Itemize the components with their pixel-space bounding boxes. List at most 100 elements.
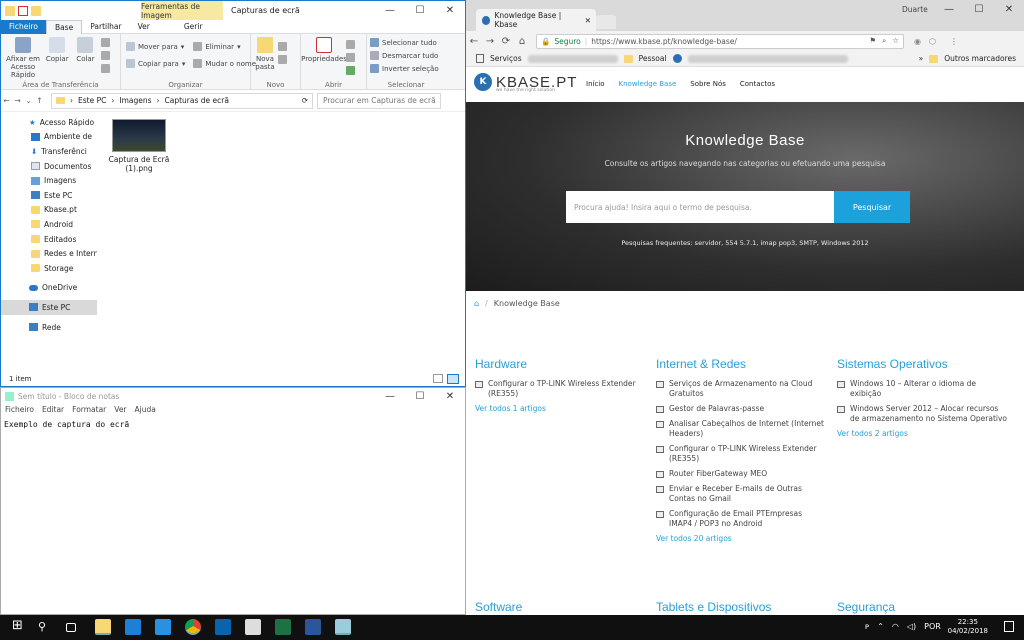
category-title[interactable]: Internet & Redes [656, 357, 826, 371]
tab-view[interactable]: Ver [130, 20, 158, 34]
ie-icon[interactable] [155, 619, 171, 635]
language-indicator[interactable]: POR [924, 622, 941, 631]
notepad-text-area[interactable]: Exemplo de captura do ecrã [1, 418, 465, 431]
notepad-icon[interactable] [335, 619, 351, 635]
file-explorer-icon[interactable] [95, 619, 111, 635]
bookmark-personal[interactable]: Pessoal [639, 54, 667, 63]
translate-icon[interactable]: ⚑ [869, 36, 876, 46]
extension-shield-icon[interactable]: ⬡ [929, 37, 936, 46]
copy-button[interactable]: Copiar [44, 36, 70, 63]
tab-file[interactable]: Ficheiro [1, 19, 46, 34]
home-icon[interactable]: ⌂ [474, 299, 479, 308]
article-link[interactable]: Gestor de Palavras-passe [656, 404, 826, 414]
maximize-button[interactable]: ☐ [964, 0, 994, 18]
more-bookmarks-icon[interactable]: » [919, 54, 924, 63]
nav-edited[interactable]: Editados [1, 232, 97, 247]
open-icon[interactable] [346, 40, 356, 49]
menu-view[interactable]: Ver [114, 405, 126, 418]
article-link[interactable]: Windows Server 2012 – Alocar recursos de… [837, 404, 1009, 424]
details-view-icon[interactable] [433, 374, 443, 383]
forward-icon[interactable]: → [12, 96, 23, 105]
article-link[interactable]: Configurar o TP-LINK Wireless Extender (… [475, 379, 645, 399]
back-icon[interactable]: ← [466, 36, 482, 47]
nav-desktop[interactable]: Ambiente de [1, 130, 97, 145]
wifi-icon[interactable]: ◠ [892, 622, 899, 631]
edge-icon[interactable] [125, 619, 141, 635]
kb-search-button[interactable]: Pesquisar [834, 191, 910, 223]
nav-home[interactable]: Início [586, 80, 605, 88]
nav-storage[interactable]: Storage [1, 261, 97, 276]
article-link[interactable]: Configuração de Email PTEmpresas IMAP4 /… [656, 509, 826, 529]
article-link[interactable]: Serviços de Armazenamento na Cloud Gratu… [656, 379, 826, 399]
close-button[interactable]: ✕ [435, 388, 465, 405]
nav-documents[interactable]: Documentos [1, 159, 97, 174]
select-all-button[interactable]: Selecionar tudo [370, 36, 442, 49]
zoom-icon[interactable]: ⌕ [882, 36, 886, 46]
bookmark-other[interactable]: Outros marcadores [944, 54, 1016, 63]
home-icon[interactable]: ⌂ [514, 36, 530, 47]
nav-knowledge-base[interactable]: Knowledge Base [619, 80, 677, 88]
nav-contacts[interactable]: Contactos [740, 80, 775, 88]
select-none-button[interactable]: Desmarcar tudo [370, 49, 442, 62]
tab-home[interactable]: Base [45, 19, 83, 34]
nav-kbase[interactable]: Kbase.pt [1, 203, 97, 218]
paste-button[interactable]: Colar [72, 36, 98, 63]
nav-this-pc-pinned[interactable]: Este PC [1, 188, 97, 203]
chrome-icon[interactable] [185, 619, 201, 635]
recent-dropdown-icon[interactable]: ⌄ [23, 96, 34, 105]
large-icons-view-icon[interactable] [447, 374, 459, 384]
menu-help[interactable]: Ajuda [135, 405, 156, 418]
delete-button[interactable]: Eliminar ▾ [193, 40, 256, 53]
bookmark-services[interactable]: Serviços [490, 54, 522, 63]
chevron-up-icon[interactable]: ⌃ [877, 622, 884, 631]
rename-button[interactable]: Mudar o nome [193, 57, 256, 70]
copy-to-button[interactable]: Copiar para ▾ [126, 57, 185, 70]
properties-button[interactable]: Propriedades [301, 36, 347, 63]
see-all-link[interactable]: Ver todos 1 artigos [475, 404, 645, 413]
task-view-icon[interactable] [66, 623, 76, 632]
edit-icon[interactable] [346, 53, 356, 62]
store-icon[interactable] [245, 619, 261, 635]
easy-access-icon[interactable] [278, 55, 288, 64]
up-icon[interactable]: ↑ [34, 96, 45, 105]
category-security[interactable]: Segurança [837, 600, 895, 614]
maximize-button[interactable]: ☐ [405, 1, 435, 20]
file-name[interactable]: Captura de Ecrã (1).png [106, 155, 172, 173]
start-windows-icon[interactable]: ⊞ [12, 618, 28, 634]
outlook-icon[interactable] [215, 619, 231, 635]
history-icon[interactable] [346, 66, 356, 75]
breadcrumb-this-pc[interactable]: Este PC [78, 96, 106, 105]
file-thumbnail[interactable] [112, 119, 166, 152]
minimize-button[interactable]: — [934, 0, 964, 18]
category-tablets[interactable]: Tablets e Dispositivos [656, 600, 771, 614]
minimize-button[interactable]: — [375, 388, 405, 405]
see-all-link[interactable]: Ver todos 20 artigos [656, 534, 826, 543]
article-link[interactable]: Enviar e Receber E-mails de Outras Conta… [656, 484, 826, 504]
category-software[interactable]: Software [475, 600, 522, 614]
breadcrumb-screenshots[interactable]: Capturas de ecrã [165, 96, 229, 105]
invert-selection-button[interactable]: Inverter seleção [370, 62, 442, 75]
copy-path-icon[interactable] [100, 51, 110, 60]
nav-onedrive[interactable]: OneDrive [1, 281, 97, 296]
menu-format[interactable]: Formatar [72, 405, 106, 418]
word-icon[interactable] [305, 619, 321, 635]
url-bar[interactable]: 🔒 Seguro | https://www.kbase.pt/knowledg… [536, 33, 904, 49]
nav-android[interactable]: Android [1, 217, 97, 232]
minimize-button[interactable]: — [375, 1, 405, 20]
path-box[interactable]: › Este PC › Imagens › Capturas de ecrã ⟳ [51, 92, 313, 109]
category-title[interactable]: Hardware [475, 357, 645, 371]
see-all-link[interactable]: Ver todos 2 artigos [837, 429, 1009, 438]
article-link[interactable]: Router FiberGateway MEO [656, 469, 826, 479]
new-folder-icon[interactable] [31, 5, 41, 16]
close-button[interactable]: ✕ [994, 0, 1024, 18]
notifications-icon[interactable] [1004, 621, 1014, 632]
volume-icon[interactable]: ◁) [907, 622, 916, 631]
nav-this-pc[interactable]: Este PC [1, 300, 97, 315]
tab-close-icon[interactable]: ✕ [585, 16, 591, 25]
nav-network[interactable]: Rede [1, 320, 97, 335]
new-folder-button[interactable]: Nova pasta [254, 36, 276, 71]
search-icon[interactable]: ⚲ [38, 620, 54, 636]
nav-pictures[interactable]: Imagens [1, 173, 97, 188]
reload-icon[interactable]: ⟳ [498, 36, 514, 47]
article-link[interactable]: Configurar o TP-LINK Wireless Extender (… [656, 444, 826, 464]
